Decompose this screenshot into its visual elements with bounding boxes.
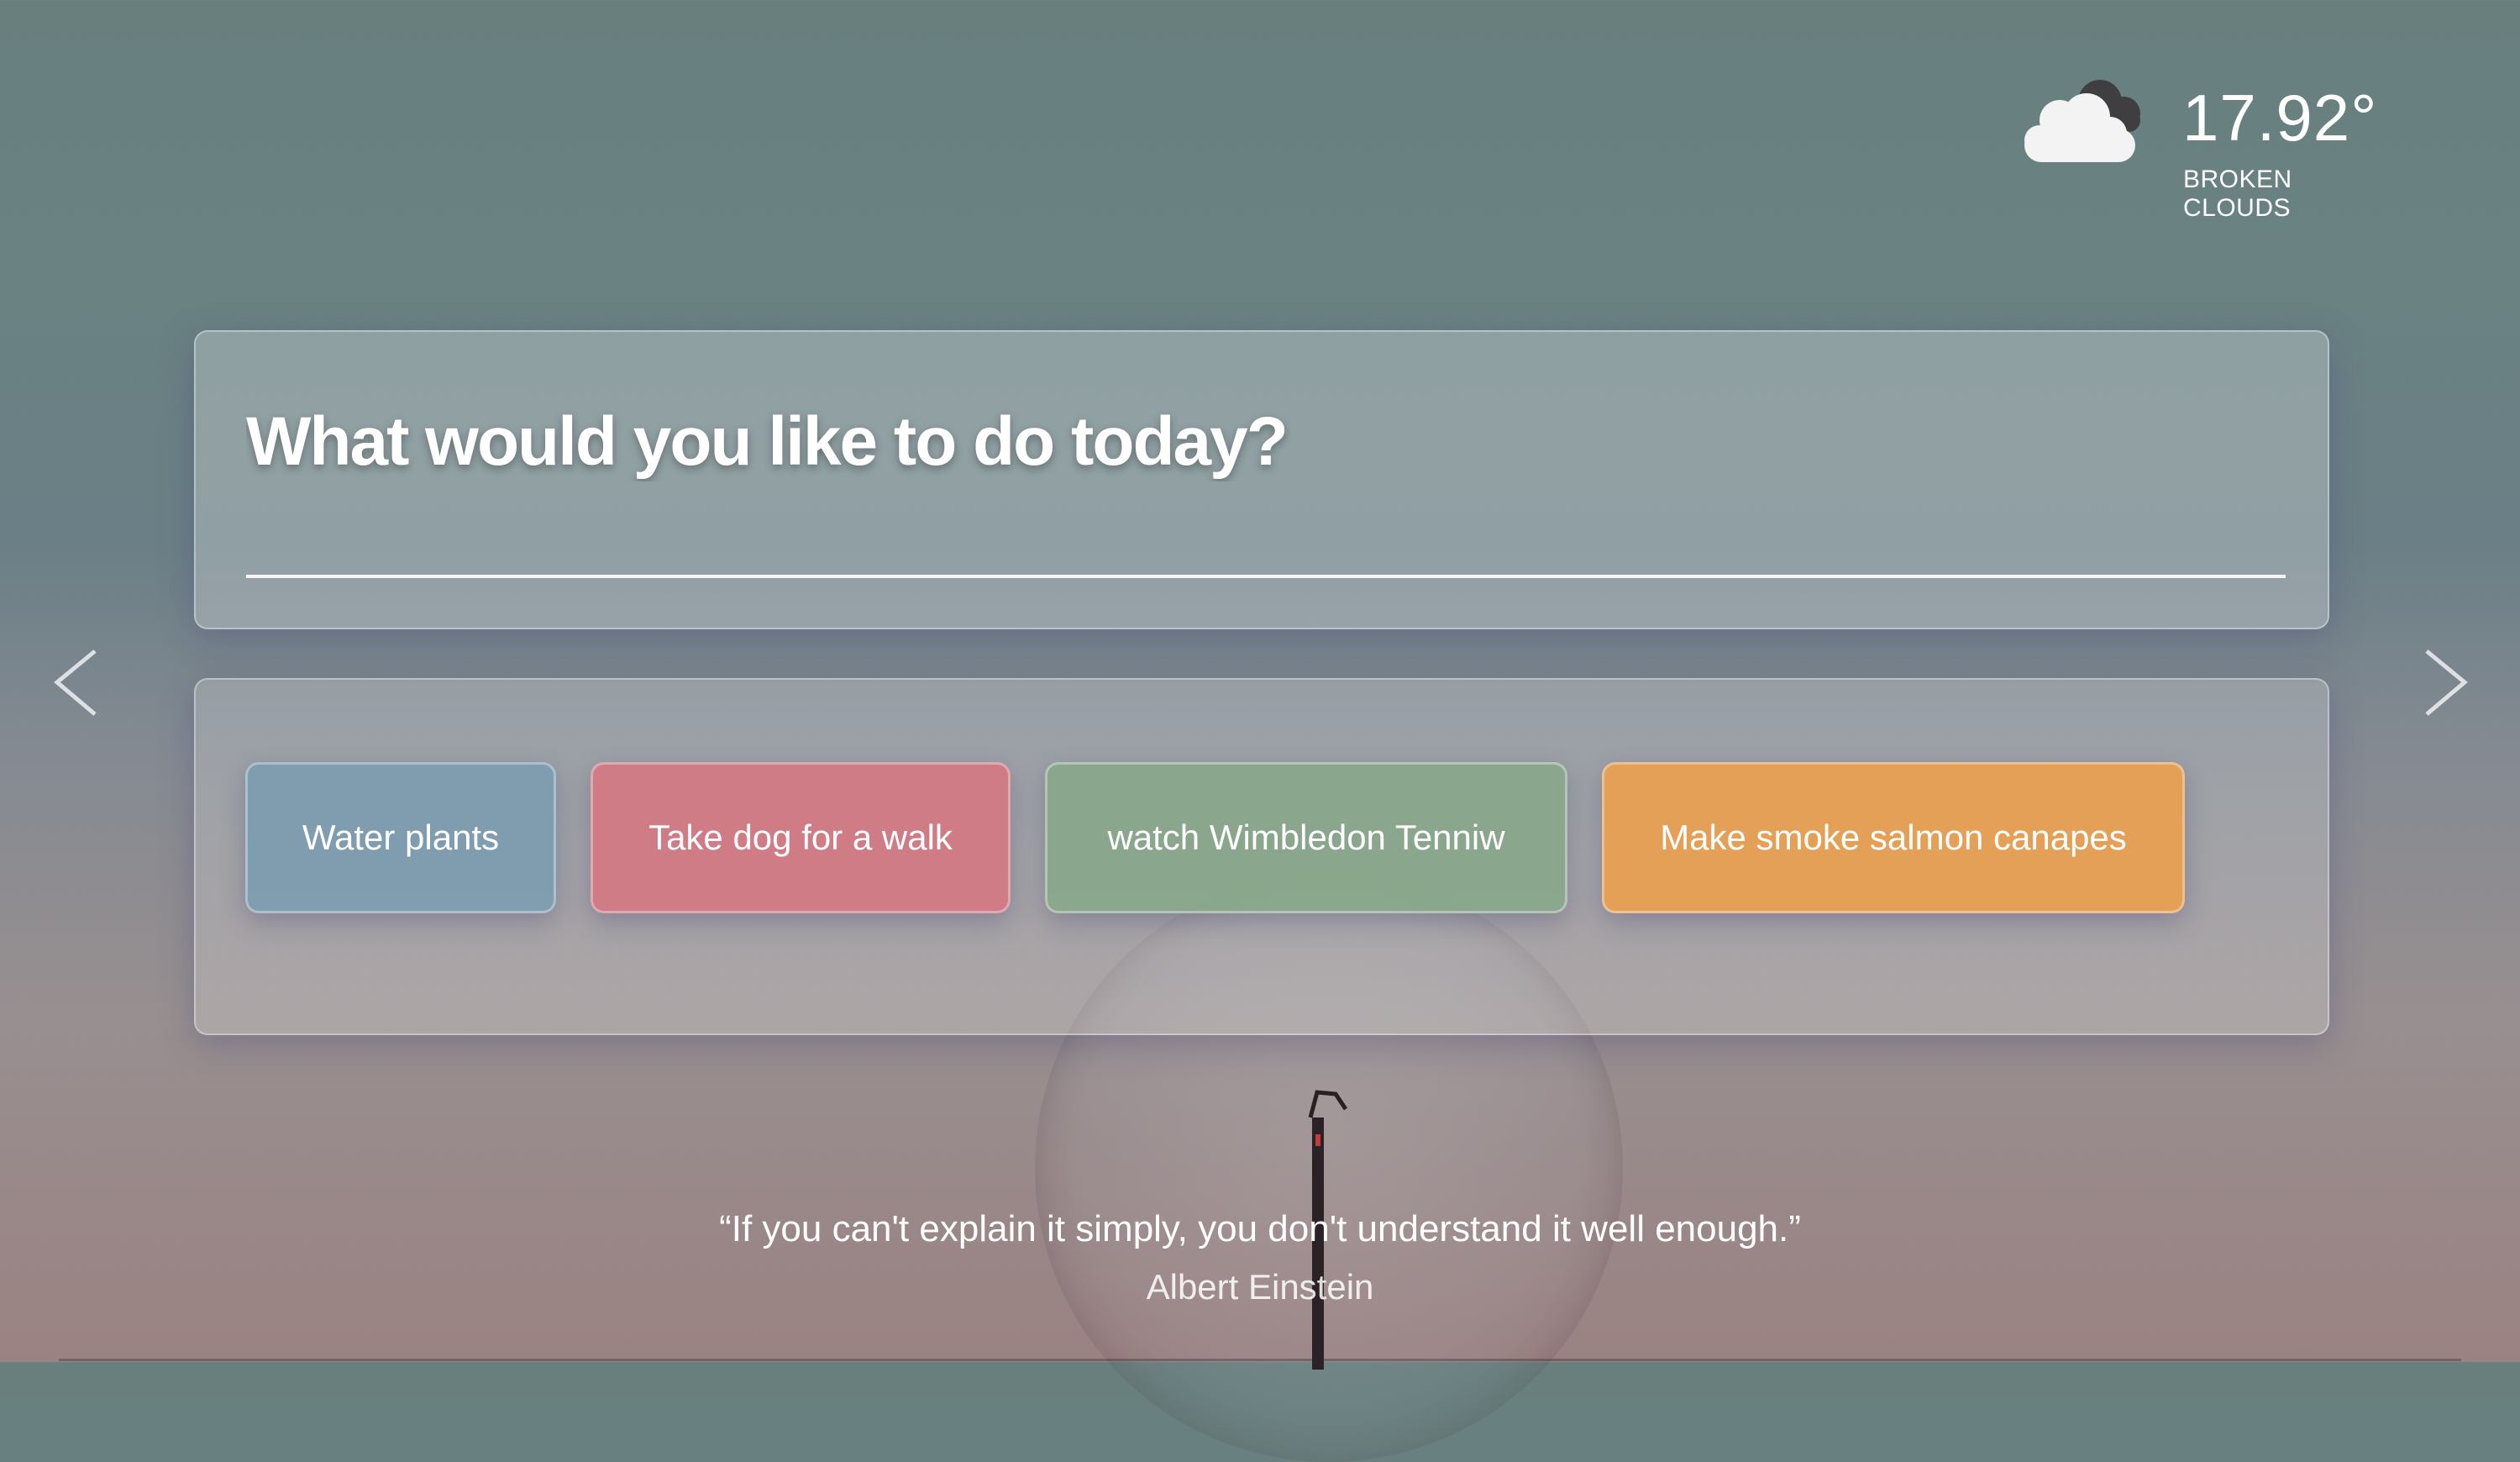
quote-text: “If you can't explain it simply, you don… [719, 1208, 1801, 1249]
broken-clouds-icon [2024, 80, 2140, 162]
task-label: Take dog for a walk [648, 818, 953, 857]
task-label: watch Wimbledon Tenniw [1107, 818, 1505, 857]
todo-input[interactable] [246, 402, 2287, 481]
task-label: Water plants [302, 818, 500, 857]
weather-widget: 17.92° BROKEN CLOUDS [2016, 71, 2402, 222]
quote-author: Albert Einstein [1146, 1267, 1374, 1307]
weather-condition: BROKEN CLOUDS [2183, 166, 2292, 222]
task-chip[interactable]: Water plants [245, 762, 556, 913]
input-underline [246, 575, 2286, 578]
chevron-right-icon[interactable] [2414, 647, 2473, 718]
temperature: 17.92° [2182, 81, 2378, 155]
task-chip[interactable]: watch Wimbledon Tenniw [1045, 762, 1567, 913]
bottom-divider [59, 1359, 2461, 1361]
todo-input-panel [194, 330, 2329, 629]
task-list-panel: Water plants Take dog for a walk watch W… [194, 678, 2329, 1035]
task-label: Make smoke salmon canapes [1660, 818, 2127, 857]
task-chip[interactable]: Make smoke salmon canapes [1602, 762, 2185, 913]
task-chip[interactable]: Take dog for a walk [591, 762, 1011, 913]
chevron-left-icon[interactable] [49, 647, 108, 718]
